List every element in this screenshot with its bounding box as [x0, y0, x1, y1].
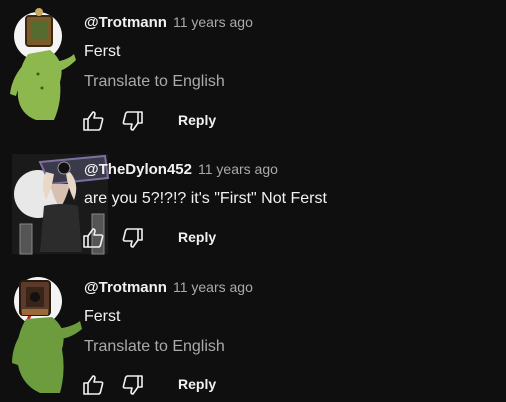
reply-button[interactable]: Reply	[178, 229, 216, 245]
reply-button[interactable]: Reply	[178, 376, 216, 392]
avatar[interactable]	[12, 277, 82, 393]
thumbs-down-icon	[122, 228, 143, 248]
comment-timestamp[interactable]: 11 years ago	[198, 161, 278, 177]
avatar[interactable]	[10, 8, 76, 120]
comment-text: Ferst	[84, 308, 121, 325]
comment-item: @Trotmann 11 years ago Ferst Translate to…	[0, 0, 506, 140]
comment-thread: @Trotmann 11 years ago Ferst Translate to…	[0, 0, 506, 402]
translate-link[interactable]: Translate to English	[84, 73, 225, 91]
thumbs-up-icon	[83, 228, 104, 248]
thumbs-down-icon	[122, 111, 143, 131]
comment-item: @Trotmann 11 years ago Ferst Translate to…	[0, 265, 506, 402]
comment-author[interactable]: @TheDylon452 11 years ago	[84, 161, 278, 178]
like-button[interactable]	[81, 109, 105, 133]
comment-timestamp[interactable]: 11 years ago	[173, 279, 253, 295]
comment-text: Ferst	[84, 43, 121, 60]
dislike-button[interactable]	[121, 226, 145, 250]
thumbs-up-icon	[83, 375, 104, 395]
dislike-button[interactable]	[121, 373, 145, 397]
comment-timestamp[interactable]: 11 years ago	[173, 14, 253, 30]
comment-author[interactable]: @Trotmann 11 years ago	[84, 279, 253, 296]
comment-author[interactable]: @Trotmann 11 years ago	[84, 14, 253, 31]
dislike-button[interactable]	[121, 109, 145, 133]
like-button[interactable]	[81, 226, 105, 250]
avatar[interactable]	[12, 150, 110, 255]
translate-link[interactable]: Translate to English	[84, 338, 225, 356]
reply-button[interactable]: Reply	[178, 112, 216, 128]
comment-item: @TheDylon452 11 years ago are you 5?!?!? …	[0, 140, 506, 265]
like-button[interactable]	[81, 373, 105, 397]
thumbs-up-icon	[83, 111, 104, 131]
comment-text: are you 5?!?!? it's "First" Not Ferst	[84, 190, 327, 207]
thumbs-down-icon	[122, 375, 143, 395]
